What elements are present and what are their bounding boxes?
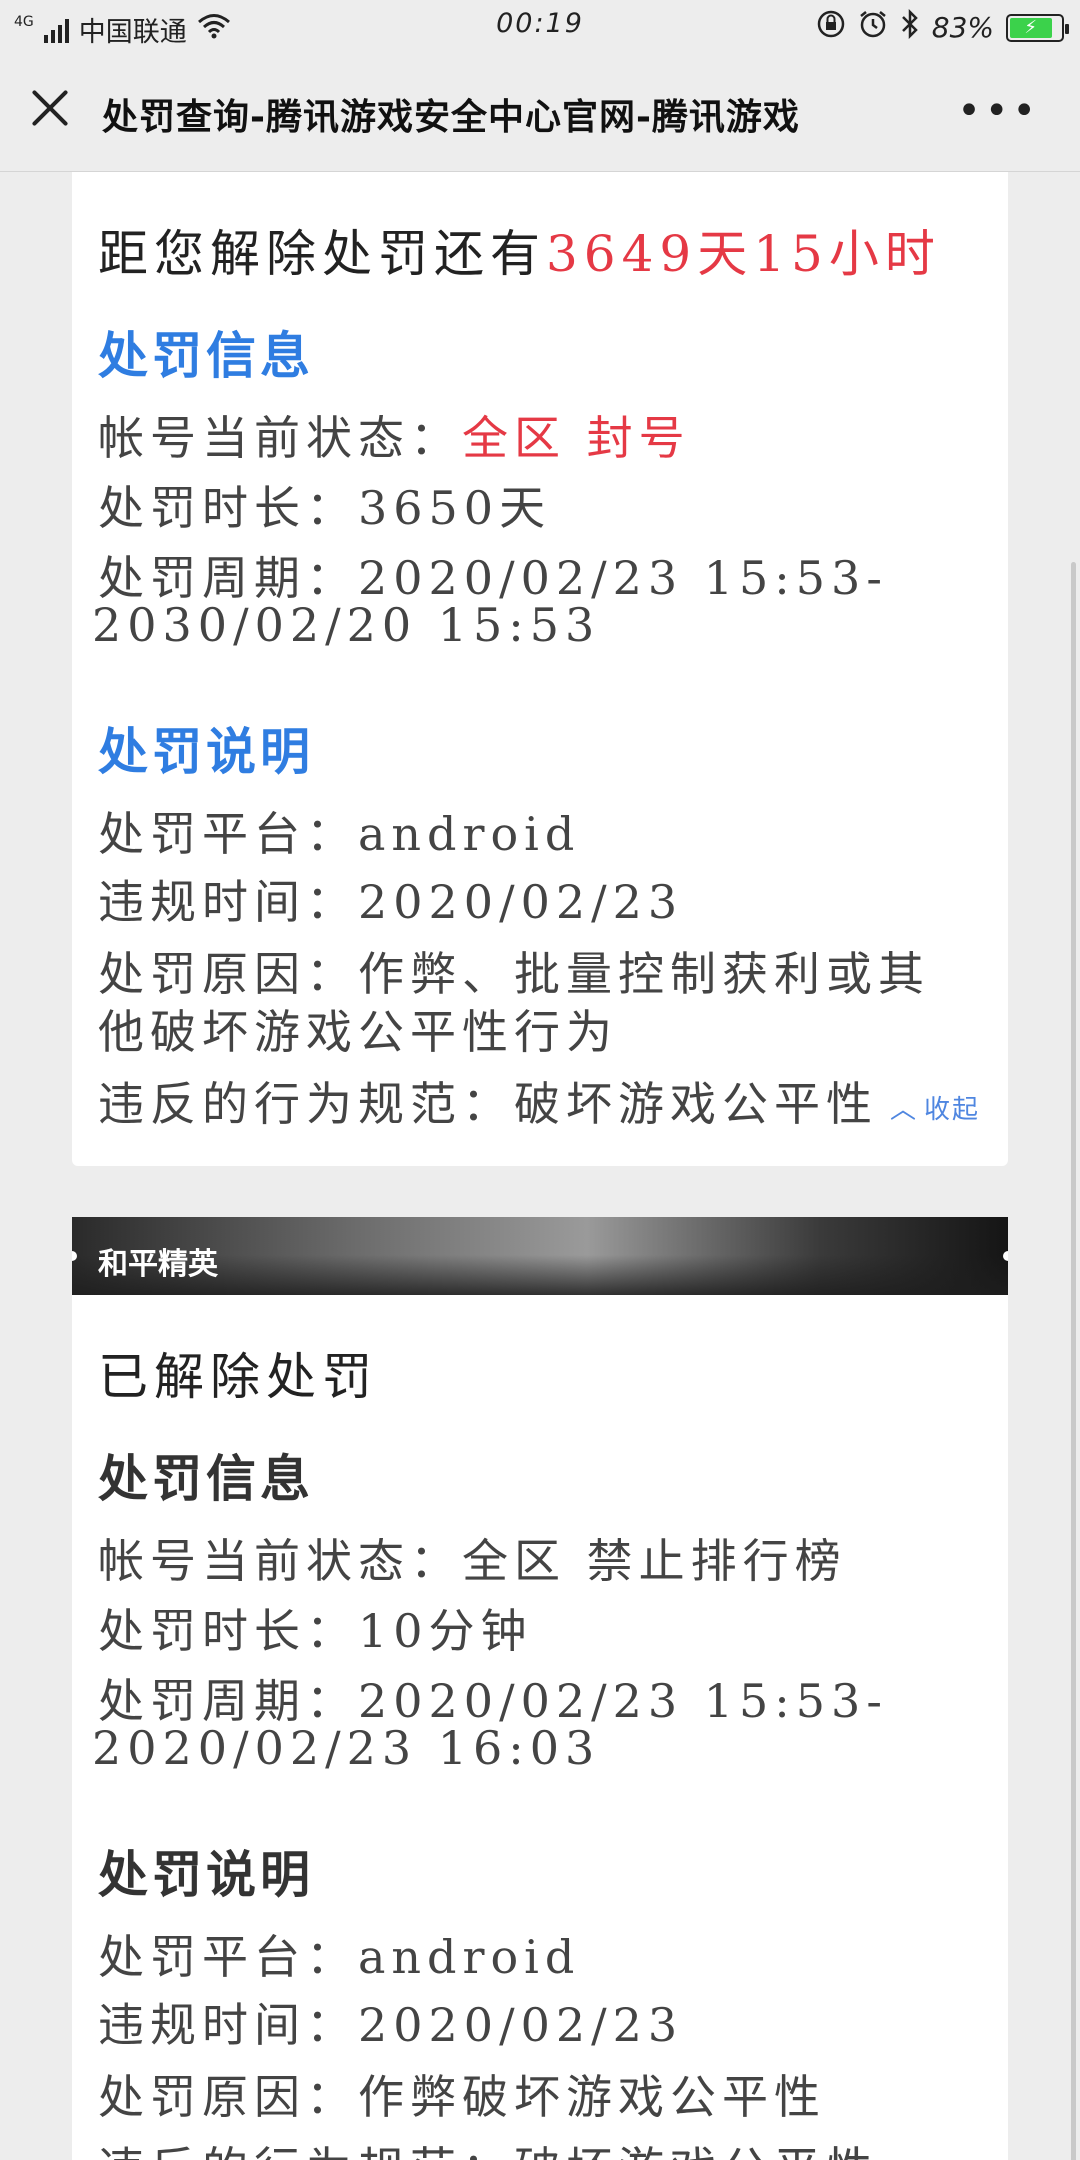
- status-bar: 4G 中国联通 00:19 83% ⚡: [0, 0, 1080, 52]
- scrollbar[interactable]: [1071, 562, 1076, 2160]
- status-label: 帐号当前状态：: [98, 411, 462, 465]
- punishment-state: 已解除处罚: [98, 1348, 378, 1406]
- page-title: 处罚查询-腾讯游戏安全中心官网-腾讯游戏: [102, 97, 800, 138]
- countdown-value: 3649天15小时: [546, 225, 941, 283]
- page-content: 距您解除处罚还有3649天15小时 处罚信息 帐号当前状态：全区 封号 处罚时长…: [0, 172, 1080, 2160]
- battery-percent: 83%: [931, 11, 994, 44]
- collapse-label: 收起: [923, 1095, 980, 1125]
- reason-line-2: 他破坏游戏公平性行为: [98, 1005, 618, 1059]
- platform: 处罚平台：android: [98, 807, 581, 861]
- alarm-icon: [858, 9, 888, 46]
- countdown-prefix: 距您解除处罚还有: [98, 225, 546, 283]
- status-value: 全区 封号: [462, 411, 691, 465]
- platform-2: 处罚平台：android: [98, 1930, 581, 1984]
- bluetooth-icon: [900, 8, 920, 46]
- duration: 处罚时长：3650天: [98, 481, 552, 535]
- desc-heading-2: 处罚说明: [98, 1845, 314, 1904]
- rotation-lock-icon: [816, 9, 846, 46]
- title-bar: 处罚查询-腾讯游戏安全中心官网-腾讯游戏 •••: [0, 52, 1080, 172]
- violated-norm-2: 违反的行为规范：破坏游戏公平性: [98, 2133, 878, 2160]
- punishment-card-lifted: 和平精英 已解除处罚 处罚信息 帐号当前状态：全区 禁止排行榜 处罚时长：10分…: [72, 1217, 1008, 2160]
- game-banner: 和平精英: [72, 1217, 1008, 1295]
- more-menu-icon[interactable]: •••: [957, 88, 1040, 134]
- violated-norm: 违反的行为规范：破坏游戏公平性: [98, 1077, 878, 1131]
- period-line-2-2: 2020/02/23 16:03: [92, 1721, 601, 1775]
- battery-icon: ⚡: [1006, 13, 1069, 42]
- violation-time: 违规时间：2020/02/23: [98, 875, 684, 929]
- desc-heading: 处罚说明: [98, 722, 314, 781]
- info-heading-2: 处罚信息: [98, 1449, 314, 1508]
- period-line-2: 2030/02/20 15:53: [92, 598, 601, 652]
- duration-2: 处罚时长：10分钟: [98, 1604, 533, 1658]
- reason-line-1: 处罚原因：作弊、批量控制获利或其: [98, 947, 930, 1001]
- chevron-up-icon: ︿: [889, 1095, 918, 1125]
- countdown-line: 距您解除处罚还有3649天15小时: [98, 214, 941, 286]
- banner-dot-right: [1003, 1251, 1008, 1261]
- game-name: 和平精英: [98, 1247, 218, 1282]
- account-status: 帐号当前状态：全区 封号: [98, 402, 691, 468]
- info-heading: 处罚信息: [98, 326, 314, 385]
- punishment-card-active: 距您解除处罚还有3649天15小时 处罚信息 帐号当前状态：全区 封号 处罚时长…: [72, 172, 1008, 1166]
- close-icon[interactable]: [28, 86, 72, 130]
- account-status-2: 帐号当前状态：全区 禁止排行榜: [98, 1534, 847, 1588]
- reason-2: 处罚原因：作弊破坏游戏公平性: [98, 2070, 826, 2124]
- violation-time-2: 违规时间：2020/02/23: [98, 1998, 684, 2052]
- collapse-button[interactable]: ︿ 收起: [890, 1089, 980, 1126]
